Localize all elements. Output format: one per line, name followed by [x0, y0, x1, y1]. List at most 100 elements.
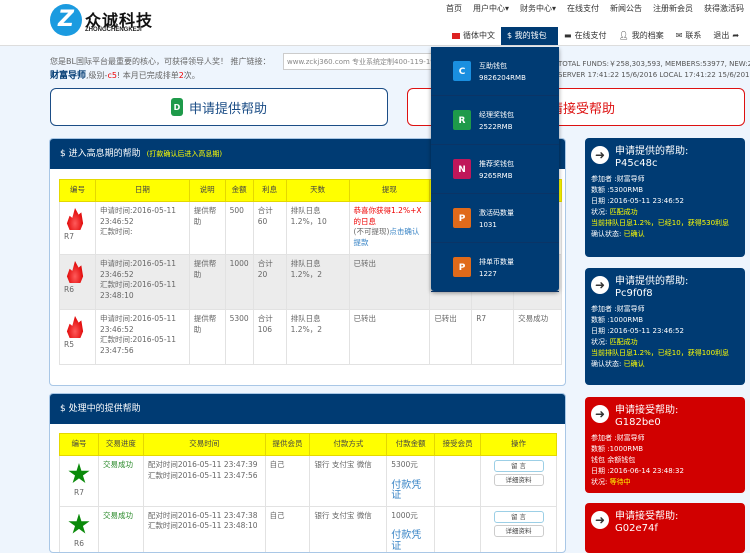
help-request-card[interactable]: ➜ 申请提供的帮助: Pc9f0f8 参加者 :财富导师 数额 :1000RMB 日期 :…	[585, 268, 745, 385]
table-row: R7 交易成功 配对时间2016-05-11 23:47:39 汇款时间2016-05…	[59, 455, 557, 507]
withdraw-status: 已转出	[353, 259, 377, 268]
date-line: 23:48:10	[99, 290, 134, 300]
logo[interactable]: Z 众诚科技 ZHONGCHENGKEJI	[50, 4, 170, 40]
language-link[interactable]: 循体中文	[446, 27, 501, 45]
withdraw-status: 已转出	[353, 314, 377, 323]
card-icon: ▬	[564, 31, 572, 40]
mail-icon: ✉	[675, 31, 683, 40]
card-header: ➜ 申请提供的帮助: Pc9f0f8	[591, 276, 739, 300]
help-request-card[interactable]: ➜ 申请接受帮助: G02e74f	[585, 503, 745, 553]
top-nav-item[interactable]: 财务中心▾	[520, 3, 556, 14]
help-request-card[interactable]: ➜ 申请接受帮助: G182be0 参加者 :财富导师 数额 :1000RMB 钱包 余额…	[585, 397, 745, 493]
time-line: 汇款时间2016-05-11 23:48:10	[147, 521, 258, 530]
card-line-label: 确认状态:	[591, 360, 624, 368]
leader-notice: 您是BL国际平台最重要的核心，可获得领导人奖！ 推广链接：	[50, 57, 271, 66]
card-code: G182be0	[615, 417, 661, 428]
month-label: ! 本月已完成排单	[116, 71, 179, 80]
wallet-menu-item[interactable]: P 排单币数量 1227	[431, 243, 559, 292]
brand-name-en: ZHONGCHENGKEJI	[85, 27, 142, 33]
star-icon	[68, 513, 90, 534]
provider-cell: 自己	[264, 455, 311, 507]
my-wallet-label: $ 我的钱包	[507, 31, 547, 40]
payment-proof-link[interactable]: 付款凭证	[391, 480, 430, 502]
withdraw-status: (不可提现)	[353, 227, 390, 236]
wallet-menu-item[interactable]: N 推荐奖钱包 9265RMB	[431, 145, 559, 194]
top-nav-item[interactable]: 用户中心▾	[473, 3, 509, 14]
panel-note: (打款确认后进入高息期)	[146, 150, 223, 158]
time-cell: 配对时间2016-05-11 23:47:38 汇款时间2016-05-11 23…	[142, 505, 266, 552]
wallet-menu-item[interactable]: R 经理奖钱包 2522RMB	[431, 96, 559, 145]
column-header: 天数	[285, 179, 350, 202]
card-line: 确认状态: 已确认	[591, 359, 739, 370]
card-line-label: 数额 :1000RMB	[591, 316, 644, 324]
column-header: 交易进度	[97, 433, 144, 456]
amount-value: 1000元	[391, 510, 418, 520]
card-line: 参加者 :财富导师	[591, 433, 739, 444]
promo-link-input[interactable]: www.zckj360.com 专业系统定制400-119-1968	[283, 53, 433, 70]
card-line-value: 已确认	[623, 360, 645, 368]
top-nav: 首页 用户中心▾ 财务中心▾ 在线支付 新闻公告 注册新会员 获得激活码	[446, 3, 744, 14]
amount-cell: 5300元 付款凭证	[386, 455, 436, 507]
payment-proof-link[interactable]: 付款凭证	[391, 530, 430, 552]
card-line-label: 状况:	[591, 208, 610, 216]
sub-nav: 循体中文 $ 我的钱包 ▬ 在线支付 👤︎ 我的档案 ✉ 联系 退出 ➦	[446, 27, 745, 45]
wallet-value: 2522RMB	[479, 122, 513, 131]
help-request-card[interactable]: ➜ 申请提供的帮助: P45c48c 参加者 :财富导师 数额 :5300RMB 日期 :…	[585, 138, 745, 257]
online-pay-link[interactable]: ▬ 在线支付	[558, 27, 613, 45]
top-nav-item[interactable]: 注册新会员	[653, 3, 693, 14]
top-nav-item[interactable]: 首页	[446, 3, 462, 14]
card-line: 数额 :1000RMB	[591, 444, 739, 455]
provider-cell: 自己	[264, 505, 311, 552]
wallet-icon: N	[453, 159, 471, 179]
request-provide-help-button[interactable]: D 申请提供帮助	[50, 88, 388, 126]
online-pay-label: 在线支付	[574, 31, 607, 40]
card-code: G02e74f	[615, 523, 658, 534]
wallet-name: 排单币数量	[479, 257, 514, 266]
rank-cell: R7	[59, 455, 99, 507]
top-nav-item[interactable]: 获得激活码	[704, 3, 744, 14]
date-line: 汇款时间:2016-05-11	[99, 280, 177, 289]
card-line-label: 参加者 :财富导师	[591, 434, 645, 442]
days-cell: 排队日息1.2%，10	[285, 201, 350, 255]
card-line: 状况: 等待中	[591, 477, 739, 488]
wallet-menu-item[interactable]: P 激活码数量 1031	[431, 194, 559, 243]
amount-cell: 5300	[224, 309, 254, 365]
card-title-text: 申请提供的帮助:	[615, 276, 689, 287]
arrow-right-icon: ➜	[591, 405, 609, 423]
stats-time: SERVER 17:41:22 15/6/2016 LOCAL 17:41:22…	[558, 71, 750, 79]
message-button[interactable]: 留 言	[493, 510, 544, 523]
contact-link[interactable]: ✉ 联系	[670, 27, 708, 45]
desc-cell: 提供帮助	[188, 309, 226, 365]
message-button[interactable]: 留 言	[493, 460, 544, 472]
desc-cell: 提供帮助	[188, 254, 226, 310]
card-line-label: 状况:	[591, 478, 610, 486]
rank-cell: R7	[59, 201, 96, 255]
card-line: 当前排队日息1.2%，已经10，获得530利息	[591, 218, 739, 229]
card-line: 状况: 匹配成功	[591, 207, 739, 218]
rank-label: R7	[64, 232, 74, 241]
date-line: 申请时间:2016-05-11	[99, 314, 177, 323]
my-profile-label: 我的档案	[631, 31, 664, 40]
contact-label: 联系	[685, 31, 702, 40]
card-title: 申请提供的帮助: Pc9f0f8	[615, 276, 688, 300]
top-nav-item[interactable]: 新闻公告	[610, 3, 642, 14]
wallet-name: 激活码数量	[479, 208, 514, 217]
rank-label: R7	[73, 488, 84, 497]
column-header: 提供会员	[264, 433, 311, 456]
wallet-menu-item[interactable]: C 互助钱包 9826204RMB	[431, 47, 559, 96]
details-button[interactable]: 详细资料	[493, 524, 544, 537]
withdraw-cell: 已转出	[348, 254, 431, 310]
card-line-value: 当前排队日息1.2%，已经10，获得530利息	[591, 219, 730, 227]
card-line: 参加者 :财富导师	[591, 304, 739, 315]
method-cell: 银行 支付宝 微信	[309, 455, 388, 507]
my-wallet-tab[interactable]: $ 我的钱包	[501, 27, 558, 45]
column-header: 提现	[348, 179, 431, 202]
column-header: 利息	[252, 179, 287, 202]
my-profile-link[interactable]: 👤︎ 我的档案	[613, 27, 670, 45]
card-title-text: 申请接受帮助:	[615, 405, 679, 416]
details-button[interactable]: 详细资料	[493, 474, 544, 486]
fire-icon	[66, 316, 84, 338]
status-cell: 交易成功	[97, 505, 144, 552]
logout-link[interactable]: 退出 ➦	[707, 27, 745, 45]
top-nav-item[interactable]: 在线支付	[567, 3, 599, 14]
